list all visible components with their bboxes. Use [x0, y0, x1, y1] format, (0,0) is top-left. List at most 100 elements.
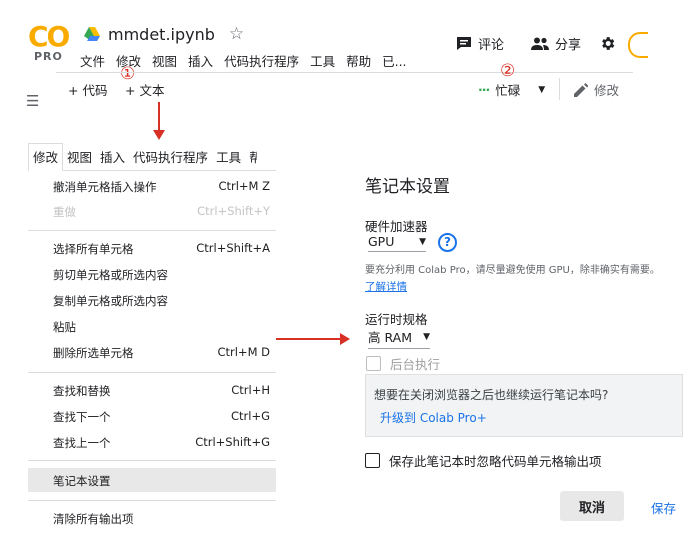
menu-item-select-all[interactable]: 选择所有单元格 Ctrl+Shift+A: [28, 238, 276, 258]
comment-label: 评论: [478, 38, 505, 53]
menu-item-label: 笔记本设置: [53, 474, 111, 488]
save-button[interactable]: 保存: [651, 498, 676, 517]
runtime-shape-value: 高 RAM: [368, 330, 412, 345]
menu-saved-status[interactable]: 已...: [382, 51, 406, 70]
menu-item-delete-cells[interactable]: 删除所选单元格 Ctrl+M D: [28, 342, 276, 362]
star-icon[interactable]: ☆: [229, 24, 244, 44]
menu-separator: [28, 372, 276, 373]
menu-item-shortcut: Ctrl+H: [231, 383, 270, 397]
account-avatar[interactable]: [628, 32, 648, 58]
edit-mode-label: 修改: [594, 83, 620, 98]
annotation-arrowhead-right: [340, 333, 350, 345]
menu-item-shortcut: Ctrl+M D: [217, 345, 270, 359]
comment-icon: [457, 37, 471, 50]
annotation-marker-2: ②: [500, 61, 516, 81]
annotation-arrow-right: [276, 338, 342, 340]
logo-text: CO: [28, 20, 70, 53]
toolbar-separator: [559, 78, 560, 100]
background-execution-checkbox: [366, 356, 381, 371]
accelerator-label: 硬件加速器: [365, 219, 428, 234]
omit-output-checkbox[interactable]: [365, 453, 380, 468]
menu-tab-view[interactable]: 视图: [63, 147, 96, 170]
edit-menu-tabs: 修改 视图 插入 代码执行程序 工具 帮: [28, 143, 276, 171]
menu-help[interactable]: 帮助: [346, 51, 371, 70]
gpu-hint-text: 要充分利用 Colab Pro，请尽量避免使用 GPU，除非确实有需要。: [365, 265, 660, 276]
caret-down-icon[interactable]: ▼: [538, 85, 545, 95]
menu-item-label: 剪切单元格或所选内容: [53, 268, 168, 282]
menu-runtime[interactable]: 代码执行程序: [224, 51, 299, 70]
upgrade-promo-box: 想要在关闭浏览器之后也继续运行笔记本吗? 升级到 Colab Pro+: [365, 374, 683, 437]
menu-item-find-next[interactable]: 查找下一个 Ctrl+G: [28, 406, 276, 426]
menu-item-label: 选择所有单元格: [53, 242, 134, 256]
menu-file[interactable]: 文件: [80, 51, 105, 70]
menu-item-label: 清除所有输出项: [53, 512, 134, 526]
omit-output-option[interactable]: 保存此笔记本时忽略代码单元格输出项: [365, 451, 602, 470]
promo-text: 想要在关闭浏览器之后也继续运行笔记本吗?: [374, 388, 609, 402]
menu-tab-edit[interactable]: 修改: [28, 143, 64, 171]
notebook-title[interactable]: mmdet.ipynb: [108, 25, 215, 44]
learn-more-link[interactable]: 了解详情: [365, 279, 407, 294]
background-execution-label: 后台执行: [390, 357, 441, 372]
google-drive-icon[interactable]: [84, 27, 100, 41]
menu-tab-insert[interactable]: 插入: [96, 147, 129, 170]
runtime-status-label: 忙碌: [495, 83, 521, 98]
upgrade-link[interactable]: 升级到 Colab Pro+: [380, 409, 487, 426]
toolbar-divider: [56, 72, 633, 73]
edit-mode-button[interactable]: 修改: [574, 80, 619, 99]
busy-dots-icon: ···: [478, 82, 490, 97]
share-button[interactable]: 分享: [531, 34, 581, 53]
menu-item-label: 查找下一个: [53, 410, 111, 424]
add-text-button[interactable]: + 文本: [125, 80, 164, 99]
menu-insert[interactable]: 插入: [188, 51, 213, 70]
comment-button[interactable]: 评论: [456, 34, 504, 53]
menu-item-label: 删除所选单元格: [53, 346, 134, 360]
menu-item-shortcut: Ctrl+Shift+Y: [197, 204, 270, 218]
table-of-contents-icon[interactable]: ☰: [26, 92, 39, 110]
gear-icon[interactable]: [599, 35, 616, 52]
menu-tab-help[interactable]: 帮: [245, 147, 257, 170]
share-label: 分享: [555, 38, 582, 53]
menu-separator: [28, 230, 276, 231]
cancel-button[interactable]: 取消: [560, 491, 624, 521]
logo-pro-badge: PRO: [34, 50, 63, 63]
accelerator-select[interactable]: GPU ▼: [368, 234, 426, 252]
menu-item-undo[interactable]: 撤消单元格插入操作 Ctrl+M Z: [28, 176, 276, 196]
menu-item-copy[interactable]: 复制单元格或所选内容: [28, 290, 276, 310]
menu-item-shortcut: Ctrl+M Z: [218, 179, 270, 193]
pencil-icon: [574, 82, 588, 97]
menu-item-shortcut: Ctrl+Shift+G: [195, 435, 270, 449]
menu-item-label: 查找上一个: [53, 436, 111, 450]
notebook-title-bar: mmdet.ipynb ☆: [84, 24, 244, 44]
runtime-shape-select[interactable]: 高 RAM ▼: [368, 327, 430, 349]
menu-item-shortcut: Ctrl+Shift+A: [196, 241, 270, 255]
dialog-title: 笔记本设置: [365, 177, 450, 197]
menu-item-find-previous[interactable]: 查找上一个 Ctrl+Shift+G: [28, 432, 276, 452]
runtime-status-button[interactable]: ··· 忙碌 ▼: [478, 80, 545, 99]
chevron-down-icon: ▼: [419, 236, 426, 247]
menu-item-label: 粘贴: [53, 320, 76, 334]
menu-item-find-replace[interactable]: 查找和替换 Ctrl+H: [28, 380, 276, 400]
runtime-shape-label: 运行时规格: [365, 312, 428, 327]
menu-item-label: 撤消单元格插入操作: [53, 180, 157, 194]
menu-item-shortcut: Ctrl+G: [230, 409, 270, 423]
menu-separator: [28, 460, 276, 461]
background-execution-option: 后台执行: [366, 354, 440, 373]
menu-view[interactable]: 视图: [152, 51, 177, 70]
people-icon: [531, 37, 549, 50]
menu-item-paste[interactable]: 粘贴: [28, 316, 276, 336]
colab-logo[interactable]: CO PRO: [28, 18, 72, 63]
annotation-arrowhead-down: [153, 130, 165, 140]
menu-item-cut[interactable]: 剪切单元格或所选内容: [28, 264, 276, 284]
menu-tools[interactable]: 工具: [310, 51, 335, 70]
menu-item-clear-outputs[interactable]: 清除所有输出项: [28, 508, 276, 528]
menu-item-redo: 重做 Ctrl+Shift+Y: [28, 201, 276, 221]
accelerator-value: GPU: [368, 234, 395, 249]
menu-tab-runtime[interactable]: 代码执行程序: [129, 147, 212, 170]
help-icon[interactable]: ?: [438, 233, 457, 252]
omit-output-label: 保存此笔记本时忽略代码单元格输出项: [389, 454, 602, 469]
add-code-button[interactable]: + 代码: [68, 80, 107, 99]
menu-item-label: 重做: [53, 205, 76, 219]
menu-item-notebook-settings[interactable]: 笔记本设置: [28, 468, 276, 492]
menu-tab-tools[interactable]: 工具: [212, 147, 245, 170]
chevron-down-icon: ▼: [423, 331, 430, 342]
